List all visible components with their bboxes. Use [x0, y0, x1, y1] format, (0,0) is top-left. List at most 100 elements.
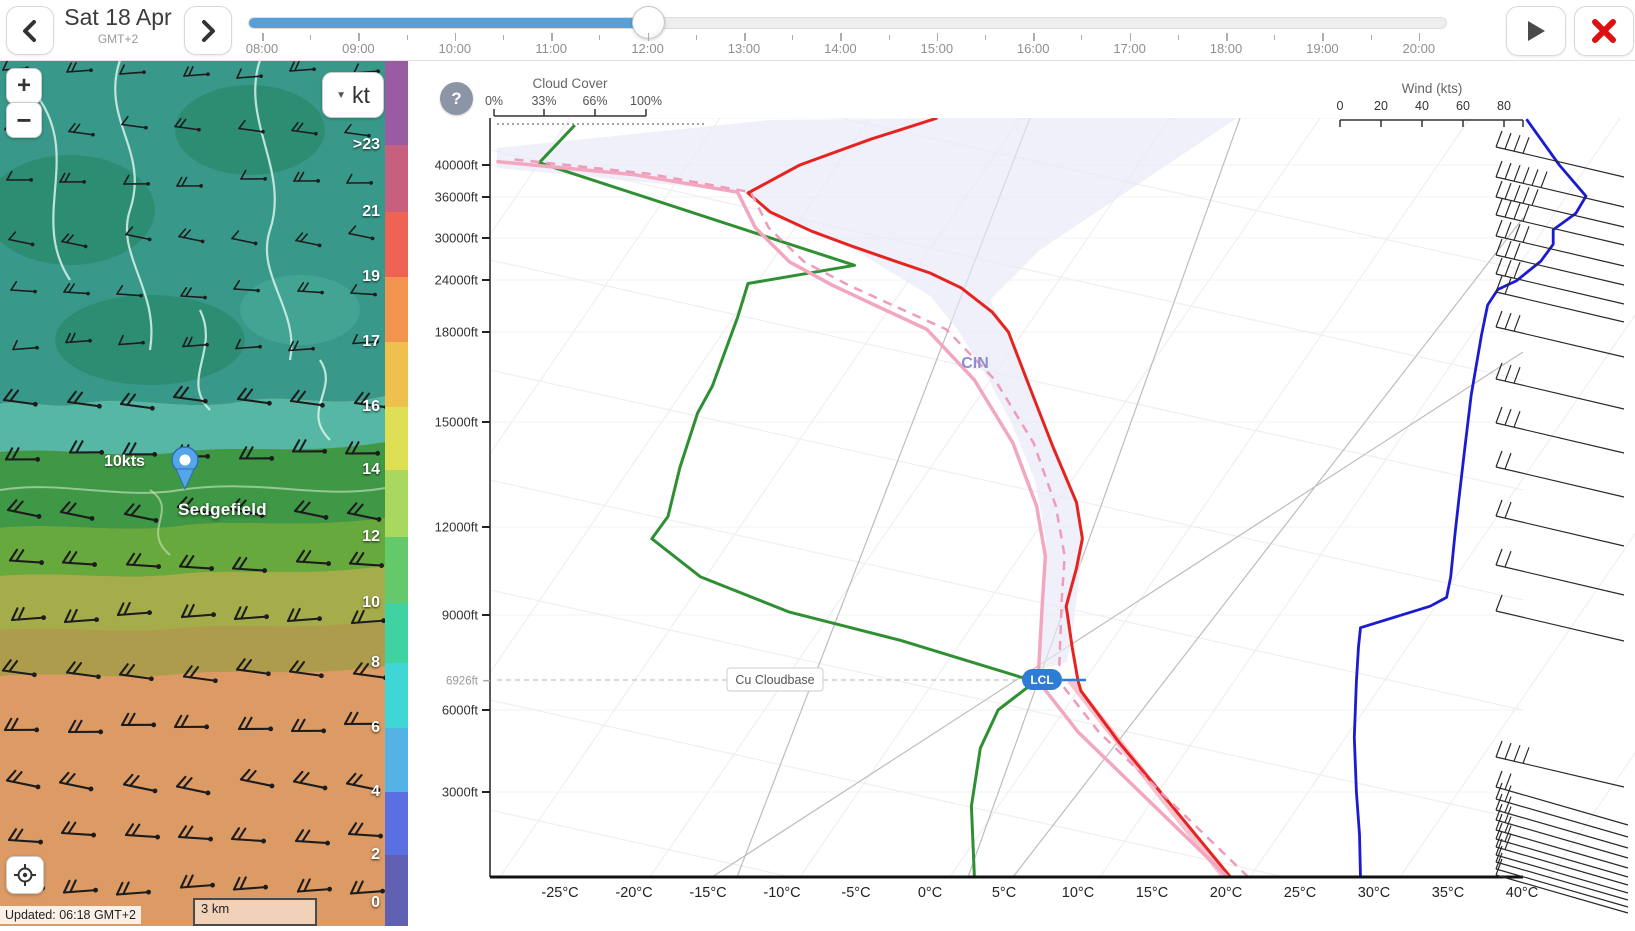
time-slider-handle[interactable] — [632, 6, 665, 39]
temperature-tick-label: -20°C — [615, 885, 652, 901]
help-button[interactable]: ? — [440, 82, 473, 115]
legend-value-label: 12 — [320, 528, 380, 546]
weather-app: { "topbar": { "date": "Sat 18 Apr", "tim… — [0, 0, 1635, 926]
time-label: 16:00 — [1017, 41, 1050, 56]
time-slider[interactable] — [248, 17, 1447, 29]
map-zoom-out-button[interactable]: − — [6, 102, 42, 138]
timeline-tick — [551, 33, 553, 41]
temperature-tick-label: -5°C — [841, 885, 870, 901]
altitude-axis: 40000ft36000ft30000ft24000ft18000ft15000… — [435, 118, 490, 877]
legend-color-segment — [385, 470, 408, 537]
crosshair-icon — [13, 863, 37, 887]
timeline-tick — [1419, 33, 1421, 41]
temperature-tick-label: 35°C — [1432, 885, 1464, 901]
altitude-tick-label: 30000ft — [435, 231, 479, 246]
timeline-tick — [937, 33, 939, 41]
legend-value-label: 17 — [320, 333, 380, 351]
altitude-tick-label: 12000ft — [435, 520, 479, 535]
wind-tick-label: 40 — [1415, 99, 1429, 113]
time-toolbar: Sat 18 Apr GMT+2 08:0009:0010:0011:0012:… — [0, 0, 1635, 61]
sounding-panel: Cu CloudbaseLCLCIN40000ft36000ft30000ft2… — [408, 60, 1635, 926]
town-label: Sedgefield — [178, 500, 267, 520]
cloud-cover-tick-label: 0% — [485, 94, 503, 108]
legend-color-segment — [385, 792, 408, 855]
legend-value-label: 6 — [320, 719, 380, 737]
legend-color-segment — [385, 145, 408, 212]
pin-speed-label: 10kts — [104, 453, 145, 471]
temperature-tick-label: 5°C — [992, 885, 1016, 901]
time-label: 19:00 — [1306, 41, 1339, 56]
wind-tick-label: 20 — [1374, 99, 1388, 113]
altitude-tick-label: 9000ft — [442, 608, 479, 623]
legend-value-label: 14 — [320, 461, 380, 479]
cloud-cover-tick-label: 33% — [531, 94, 556, 108]
sounding-wind-barbs — [1496, 131, 1628, 913]
altitude-tick-label: 3000ft — [442, 785, 479, 800]
legend-value-label: >23 — [320, 136, 380, 154]
legend-color-segment — [385, 342, 408, 407]
date-display: Sat 18 Apr GMT+2 — [54, 4, 182, 46]
close-button[interactable] — [1574, 6, 1634, 56]
wind-tick-label: 80 — [1497, 99, 1511, 113]
wind-barb-icon — [1496, 500, 1624, 546]
timeline-tick — [503, 35, 504, 40]
map-zoom-in-button[interactable]: + — [6, 68, 42, 104]
temperature-tick-label: 0°C — [918, 885, 942, 901]
locate-button[interactable] — [6, 856, 44, 894]
time-ticks — [0, 0, 1635, 60]
timeline-tick — [696, 35, 697, 40]
wind-axis-title: Wind (kts) — [1402, 81, 1463, 96]
wind-barb-icon — [1496, 363, 1624, 409]
previous-day-button[interactable] — [6, 6, 54, 55]
temperature-tick-label: -15°C — [689, 885, 726, 901]
timeline-tick — [1033, 33, 1035, 41]
wind_speed-curve — [1354, 119, 1586, 877]
temperature-tick-label: 30°C — [1358, 885, 1390, 901]
legend-value-label: 19 — [320, 268, 380, 286]
time-label: 10:00 — [439, 41, 472, 56]
unit-selector-button[interactable]: ▼ kt — [322, 72, 384, 118]
close-icon — [1591, 18, 1617, 44]
play-icon — [1525, 19, 1547, 43]
cin-shaded-region — [497, 116, 1240, 670]
wind-barb-icon — [1496, 407, 1624, 453]
legend-color-segment — [385, 855, 408, 926]
temperature-tick-label: 20°C — [1210, 885, 1242, 901]
plus-icon: + — [17, 72, 31, 100]
cloudbase-altitude-label: 6926ft — [446, 676, 479, 688]
next-day-button[interactable] — [184, 6, 232, 55]
time-label: 18:00 — [1210, 41, 1243, 56]
question-mark-icon: ? — [451, 89, 461, 109]
legend-color-segment — [385, 60, 408, 145]
temperature-axis: -25°C-20°C-15°C-10°C-5°C0°C5°C10°C15°C20… — [490, 877, 1538, 901]
legend-value-label: 21 — [320, 203, 380, 221]
sounding-chart: Cu CloudbaseLCLCIN40000ft36000ft30000ft2… — [408, 60, 1635, 926]
annotations: Cu CloudbaseLCLCIN — [497, 355, 1086, 691]
timeline-tick — [889, 35, 890, 40]
map-scale-bar: 3 km — [193, 898, 317, 926]
legend-color-segment — [385, 212, 408, 277]
legend-value-label: 0 — [320, 894, 380, 912]
timeline-tick — [407, 35, 408, 40]
timezone-label: GMT+2 — [54, 32, 182, 46]
time-label: 13:00 — [728, 41, 761, 56]
temperature-tick-label: -25°C — [541, 885, 578, 901]
legend-color-segment — [385, 663, 408, 728]
wind-barb-icon — [1496, 794, 1628, 848]
timeline-tick — [1178, 35, 1179, 40]
play-button[interactable] — [1506, 6, 1566, 56]
timeline-tick — [1130, 33, 1132, 41]
time-label: 15:00 — [921, 41, 954, 56]
timeline-tick — [262, 33, 264, 41]
timeline-tick — [840, 33, 842, 41]
date-label: Sat 18 Apr — [54, 4, 182, 31]
minus-icon: − — [16, 105, 31, 136]
legend-color-segment — [385, 277, 408, 342]
time-labels: 08:0009:0010:0011:0012:0013:0014:0015:00… — [0, 0, 1635, 60]
timeline-tick — [310, 35, 311, 40]
altitude-tick-label: 40000ft — [435, 158, 479, 173]
altitude-tick-label: 15000ft — [435, 415, 479, 430]
altitude-tick-label: 24000ft — [435, 273, 479, 288]
wind-barb-icon — [1496, 771, 1628, 825]
chevron-left-icon — [21, 20, 39, 42]
